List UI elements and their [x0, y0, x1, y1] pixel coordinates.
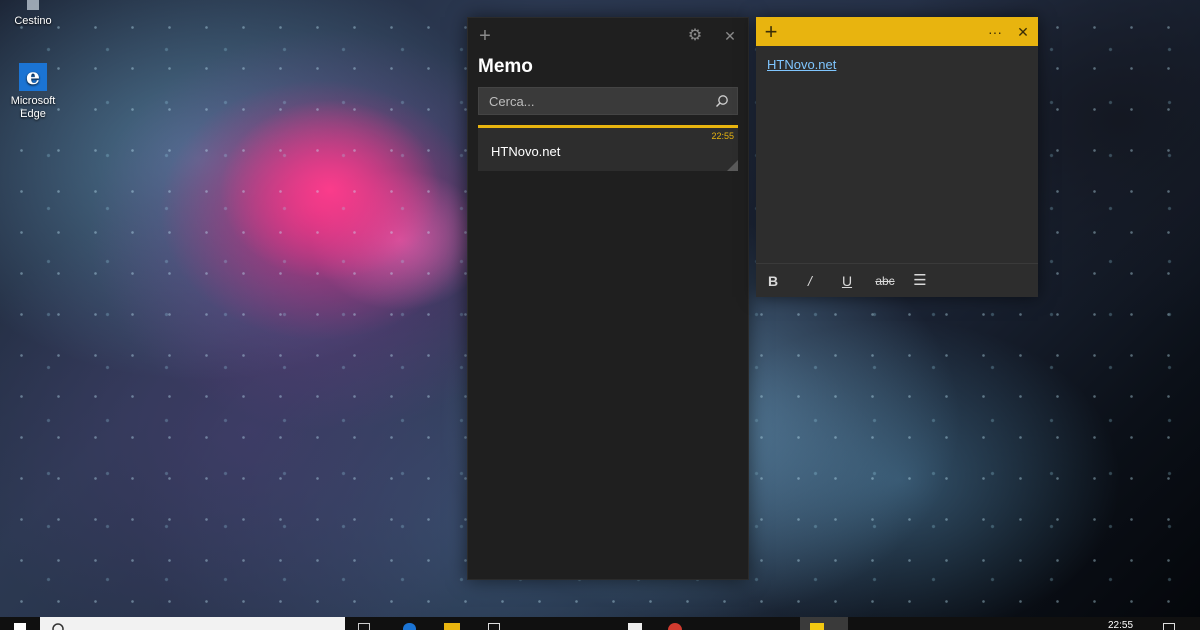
- note-list-item[interactable]: 22:55 HTNovo.net: [478, 125, 738, 171]
- close-icon: ✕: [724, 28, 736, 44]
- sticky-notes-taskbar-button[interactable]: [800, 617, 848, 630]
- gear-icon: ⚙: [687, 27, 703, 44]
- note-menu-button[interactable]: ···: [984, 21, 1006, 43]
- strikethrough-icon: abc: [875, 274, 895, 288]
- note-titlebar[interactable]: + ··· ✕: [756, 17, 1038, 46]
- desktop-icon-microsoft-edge[interactable]: e Microsoft Edge: [0, 62, 66, 121]
- italic-button[interactable]: /: [799, 272, 821, 290]
- file-explorer-icon[interactable]: [444, 623, 460, 630]
- close-button[interactable]: ✕: [720, 26, 740, 46]
- bold-icon: B: [767, 273, 779, 289]
- note-corner-fold: [727, 160, 738, 171]
- page-title: Memo: [478, 56, 533, 77]
- search-input[interactable]: [479, 88, 729, 114]
- notification-icon[interactable]: [1163, 623, 1175, 630]
- list-icon: ☰: [913, 272, 927, 289]
- desktop-icon-label: Cestino: [14, 15, 52, 27]
- task-view-icon[interactable]: [358, 623, 370, 630]
- close-icon: ✕: [1017, 24, 1029, 40]
- settings-button[interactable]: ⚙: [685, 26, 705, 46]
- underline-button[interactable]: U: [836, 272, 858, 290]
- more-icon: ···: [988, 24, 1002, 40]
- windows-start-icon[interactable]: [14, 623, 26, 630]
- app-icon[interactable]: [628, 623, 642, 630]
- new-note-button[interactable]: +: [760, 21, 782, 43]
- taskbar-search-box[interactable]: [40, 617, 345, 630]
- formatting-toolbar: B / U abc ☰: [756, 263, 1038, 297]
- sticky-note-window: + ··· ✕ HTNovo.net B / U abc ☰: [756, 17, 1038, 297]
- chrome-icon[interactable]: [668, 623, 682, 630]
- bullet-list-button[interactable]: ☰: [909, 272, 931, 290]
- new-note-button[interactable]: +: [475, 26, 495, 46]
- taskbar-clock[interactable]: 22:55: [1108, 620, 1133, 630]
- edge-icon[interactable]: [403, 623, 416, 630]
- note-preview-text: HTNovo.net: [491, 144, 561, 159]
- recycle-bin-icon: [18, 0, 48, 12]
- search-icon: [52, 623, 64, 630]
- strikethrough-button[interactable]: abc: [870, 272, 900, 290]
- store-icon[interactable]: [488, 623, 500, 630]
- note-timestamp: 22:55: [711, 131, 734, 141]
- search-box: [478, 87, 738, 115]
- bold-button[interactable]: B: [762, 272, 784, 290]
- underline-icon: U: [841, 273, 853, 289]
- desktop-icon-recycle-bin[interactable]: Cestino: [0, 0, 66, 28]
- plus-icon: +: [479, 25, 491, 47]
- sticky-notes-list-window: + ⚙ ✕ Memo 22:55 HTNovo.net: [467, 17, 749, 580]
- edge-icon: e: [18, 62, 48, 92]
- note-content-link[interactable]: HTNovo.net: [767, 57, 836, 72]
- close-note-button[interactable]: ✕: [1012, 21, 1034, 43]
- italic-icon: /: [808, 273, 812, 289]
- taskbar: [0, 617, 1200, 630]
- list-titlebar: + ⚙ ✕: [468, 18, 748, 54]
- sticky-notes-icon: [810, 623, 824, 630]
- plus-icon: +: [764, 19, 778, 44]
- search-icon[interactable]: [715, 94, 729, 108]
- desktop-icon-label: Microsoft Edge: [10, 95, 56, 120]
